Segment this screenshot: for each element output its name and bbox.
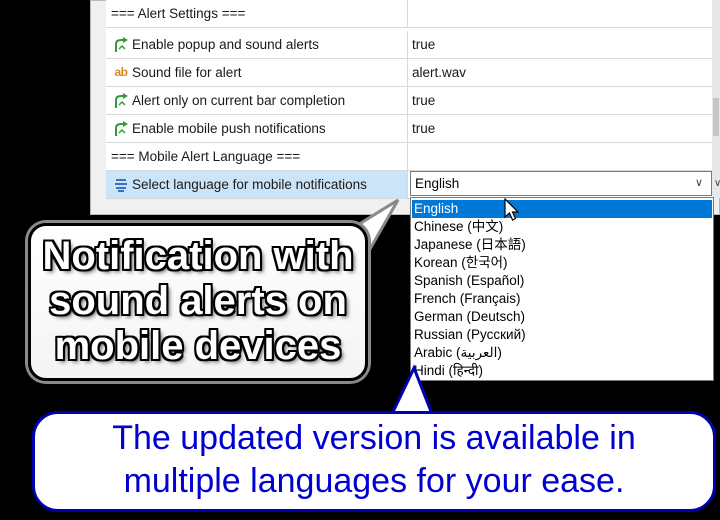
callout-line: The updated version is available in bbox=[112, 419, 636, 457]
callout-line: multiple languages for your ease. bbox=[123, 462, 625, 500]
callout-mobile-notification: Notification with sound alerts on mobile… bbox=[28, 223, 368, 381]
callout-line: mobile devices bbox=[54, 324, 342, 368]
callout-line: Notification with bbox=[42, 234, 354, 278]
callout-line: sound alerts on bbox=[49, 279, 347, 323]
callout-languages: The updated version is available in mult… bbox=[32, 411, 716, 512]
